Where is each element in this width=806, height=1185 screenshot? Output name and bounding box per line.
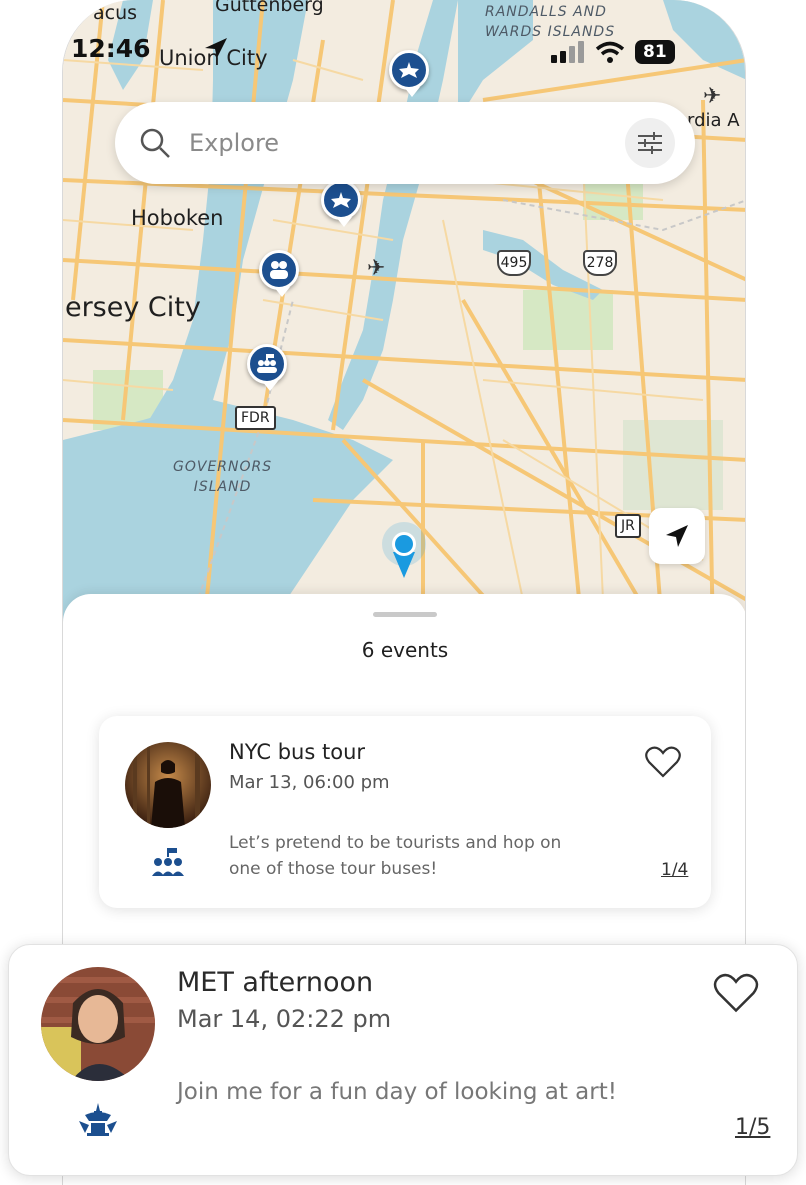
attendance-count: 1/5 <box>735 1115 771 1140</box>
map-label-acus: acus <box>93 2 138 24</box>
event-title: MET afternoon <box>177 967 374 998</box>
battery-indicator: 81 <box>635 40 675 64</box>
event-card[interactable]: NYC bus tour Mar 13, 06:00 pm Let’s pret… <box>99 716 711 908</box>
museum-icon <box>331 192 351 208</box>
group-tour-icon <box>257 354 277 373</box>
filter-button[interactable] <box>625 118 675 168</box>
search-bar[interactable]: Explore <box>115 102 695 184</box>
airport-icon: ✈ <box>367 256 386 281</box>
signal-icon <box>551 41 584 63</box>
event-date: Mar 14, 02:22 pm <box>177 1005 392 1033</box>
search-input[interactable]: Explore <box>189 129 625 157</box>
map-label-randalls-wards: RANDALLS AND WARDS ISLANDS <box>485 2 615 42</box>
meetup-event-pin[interactable] <box>259 250 299 297</box>
map-label-wards: WARDS ISLANDS <box>485 24 616 40</box>
museum-icon <box>399 62 419 78</box>
map-label-governors-island: GOVERNORS ISLAND <box>173 457 272 497</box>
jr-shield: JR <box>615 514 641 538</box>
i278-shield: 278 <box>583 250 617 276</box>
fdr-shield: FDR <box>235 406 276 430</box>
location-services-icon <box>205 38 227 58</box>
user-location-marker <box>379 522 429 578</box>
event-description: Let’s pretend to be tourists and hop on … <box>229 833 562 879</box>
museum-icon <box>79 1103 117 1136</box>
status-indicators: 81 <box>551 40 675 64</box>
attendance-count: 1/4 <box>661 860 689 880</box>
map-label-guttenberg: Guttenberg <box>215 0 324 16</box>
i495-shield: 495 <box>497 250 531 276</box>
avatar <box>125 742 211 828</box>
event-title: NYC bus tour <box>229 740 366 764</box>
map-label-island: ISLAND <box>193 479 252 495</box>
map-label-hoboken: Hoboken <box>131 206 224 230</box>
event-date: Mar 13, 06:00 pm <box>229 772 390 793</box>
museum-event-pin[interactable] <box>389 50 429 97</box>
status-time: 12:46 <box>71 34 151 63</box>
event-description: Join me for a fun day of looking at art! <box>177 1079 617 1105</box>
locate-me-button[interactable] <box>649 508 705 564</box>
meetup-icon <box>270 261 288 279</box>
search-icon <box>140 128 170 158</box>
airport-icon: ✈ <box>703 84 722 109</box>
heart-icon[interactable] <box>713 973 759 1013</box>
map-label-randalls: RANDALLS AND <box>485 4 607 20</box>
group-tour-icon <box>152 848 184 876</box>
museum-event-pin[interactable] <box>321 180 361 227</box>
avatar <box>41 967 155 1081</box>
location-arrow-icon <box>666 525 688 547</box>
heart-icon[interactable] <box>645 746 681 778</box>
avatar-image <box>125 742 211 828</box>
map-label-governors: GOVERNORS <box>173 459 273 475</box>
event-card-highlighted[interactable]: MET afternoon Mar 14, 02:22 pm Join me f… <box>8 944 798 1176</box>
map[interactable]: acus Guttenberg Union City RANDALLS AND … <box>62 0 745 640</box>
map-label-jersey-city: Jersey City <box>62 292 201 323</box>
events-count: 6 events <box>361 638 449 662</box>
group-tour-event-pin[interactable] <box>247 344 287 391</box>
map-label-laguardia: rdia A <box>687 110 740 131</box>
avatar-image <box>41 967 155 1081</box>
location-dot-icon <box>382 522 426 578</box>
sliders-icon <box>638 132 662 154</box>
wifi-icon <box>595 41 625 63</box>
sheet-drag-handle[interactable] <box>373 612 437 617</box>
